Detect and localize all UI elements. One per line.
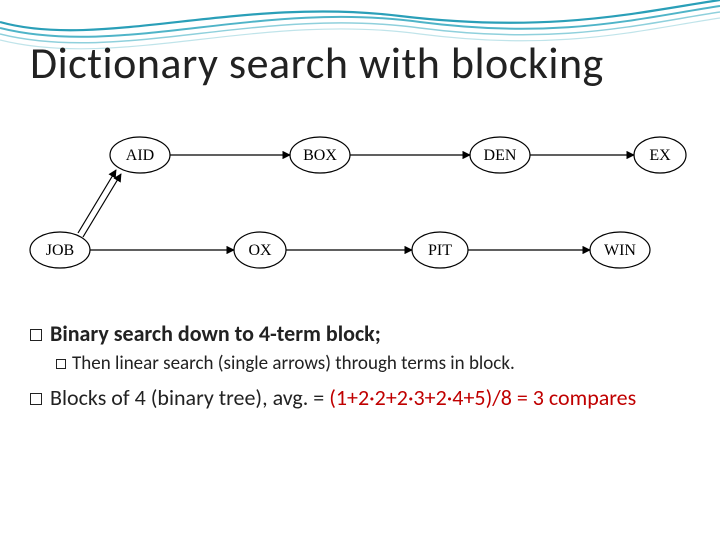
bullet-box-icon <box>56 359 66 369</box>
bullet-avg-prefix: Blocks of 4 (binary tree), avg. = <box>50 384 329 411</box>
node-ex-label: EX <box>649 147 671 164</box>
bullet-box-icon <box>30 393 42 405</box>
bullet-box-icon <box>30 329 42 341</box>
slide-title: Dictionary search with blocking <box>30 36 690 90</box>
node-box: BOX <box>290 137 350 173</box>
node-ex: EX <box>634 137 686 173</box>
sub-bullet-linear-search-text: Then linear search (single arrows) throu… <box>72 352 515 375</box>
bullet-binary-search: Binary search down to 4-term block; <box>30 320 690 347</box>
bullet-avg-compares: Blocks of 4 (binary tree), avg. = (1+2·2… <box>30 384 690 411</box>
node-box-label: BOX <box>303 147 337 164</box>
bullet-avg-formula: (1+2·2+2·3+2·4+5)/8 = 3 compares <box>329 384 636 411</box>
node-den-label: DEN <box>484 147 517 164</box>
node-pit: PIT <box>412 232 468 268</box>
edge-job-aid-double <box>78 170 121 237</box>
node-aid-label: AID <box>126 147 154 164</box>
sub-bullet-linear-search: Then linear search (single arrows) throu… <box>30 352 716 375</box>
node-job-label: JOB <box>46 242 74 259</box>
node-win: WIN <box>590 232 650 268</box>
bullet-binary-search-text: Binary search down to 4-term block; <box>50 320 381 347</box>
node-win-label: WIN <box>604 242 636 259</box>
node-ox: OX <box>234 232 286 268</box>
node-pit-label: PIT <box>428 242 452 259</box>
node-den: DEN <box>470 137 530 173</box>
node-aid: AID <box>110 137 170 173</box>
node-ox-label: OX <box>248 242 272 259</box>
node-job: JOB <box>30 232 90 268</box>
blocking-diagram: AID BOX DEN EX JOB OX PIT WIN <box>20 120 700 300</box>
